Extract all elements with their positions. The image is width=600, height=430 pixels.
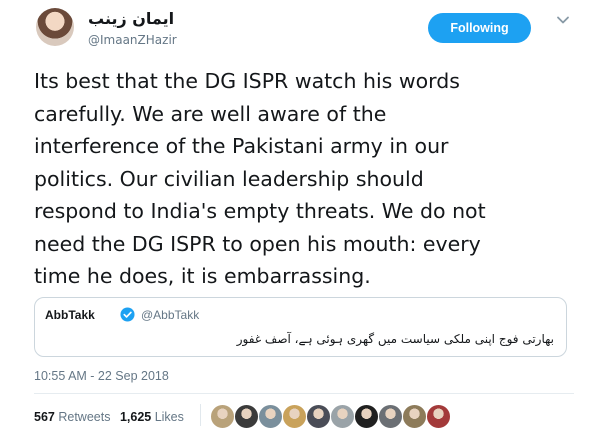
retweets-stat[interactable]: 567 Retweets [34,410,110,424]
liker-avatar[interactable] [330,404,355,429]
liker-avatar[interactable] [378,404,403,429]
tweet-line: respond to India's empty threats. We do … [34,199,486,223]
liker-avatar[interactable] [306,404,331,429]
likes-stat[interactable]: 1,625 Likes [120,410,184,424]
retweets-label: Retweets [58,410,111,424]
liker-avatar[interactable] [354,404,379,429]
tweet-header: ایمان زینب @ImaanZHazir Following [0,0,600,62]
tweet-line: politics. Our civilian leadership should [34,166,424,191]
tweet-line: Its best that the DG ISPR watch his word… [34,69,460,93]
likes-label: Likes [154,410,184,424]
retweets-count: 567 [34,410,55,424]
author-name[interactable]: ایمان زینب [88,9,174,28]
chevron-down-icon[interactable] [556,13,570,27]
divider [34,393,574,394]
author-handle[interactable]: @ImaanZHazir [88,33,177,47]
tweet-stats: 567 Retweets 1,625 Likes [34,410,190,424]
tweet-text: Its best that the DG ISPR watch his word… [34,65,574,293]
tweet-line: carefully. We are well aware of the [34,101,387,126]
tweet-line: time he does, it is embarrassing. [34,264,371,288]
liker-avatar[interactable] [426,404,451,429]
quoted-author-handle: @AbbTakk [141,308,200,322]
liker-avatar[interactable] [234,404,259,429]
tweet-line: interference of the Pakistani army in ou… [34,134,449,158]
following-button[interactable]: Following [428,13,531,43]
quoted-tweet-text: بھارتی فوج اپنی ملکی سیاست میں گھری ہوئی… [236,332,554,346]
quoted-author-name: AbbTakk [45,308,95,322]
tweet-line: need the DG ISPR to open his mouth: ever… [34,231,481,256]
liker-avatar[interactable] [282,404,307,429]
author-avatar[interactable] [36,8,74,46]
quoted-tweet[interactable]: AbbTakk @AbbTakk بھارتی فوج اپنی ملکی سی… [34,297,567,357]
liker-avatar[interactable] [402,404,427,429]
stats-divider [200,404,201,426]
liker-avatar[interactable] [210,404,235,429]
verified-badge-icon [120,307,135,322]
tweet-timestamp[interactable]: 10:55 AM - 22 Sep 2018 [34,369,169,383]
likes-count: 1,625 [119,410,152,424]
liker-avatar[interactable] [258,404,283,429]
